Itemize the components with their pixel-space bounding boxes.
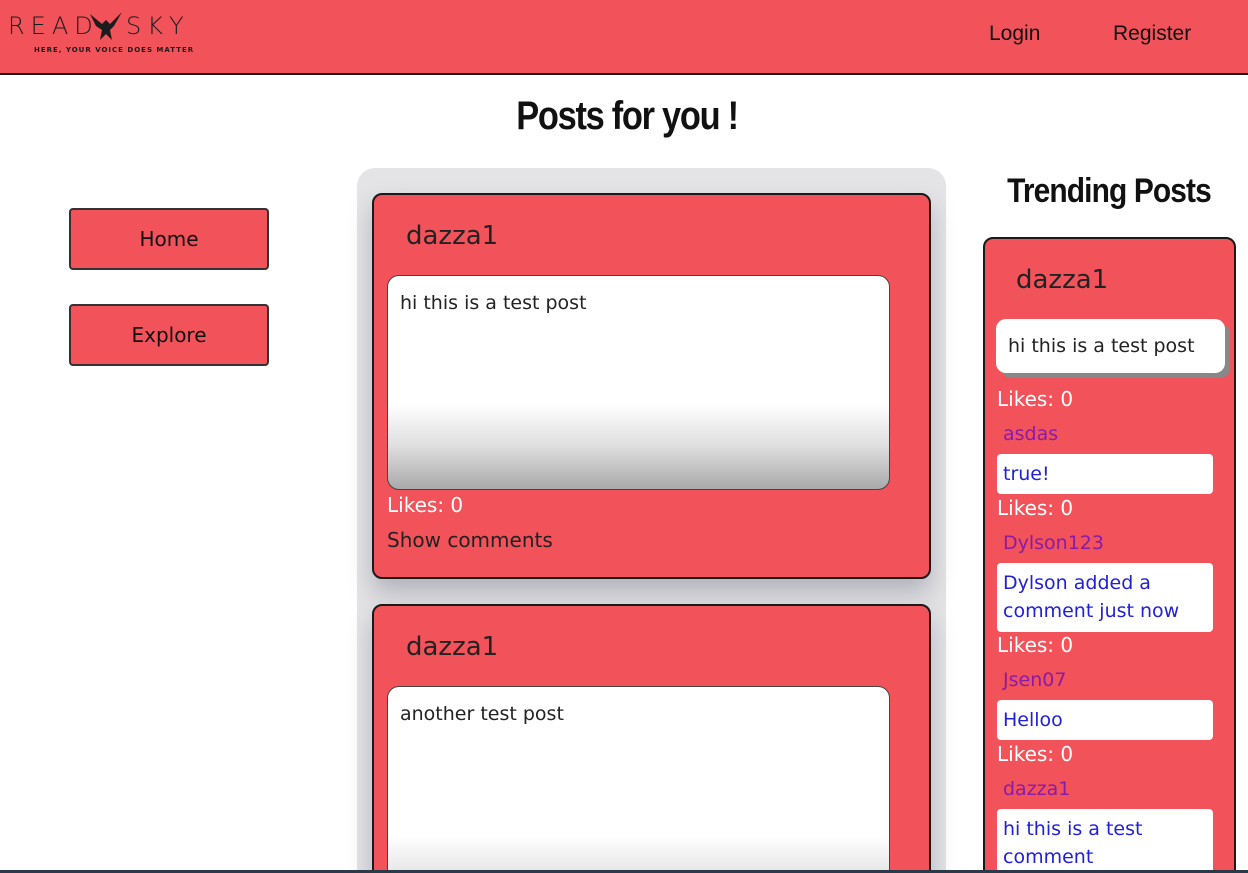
login-link[interactable]: Login <box>989 22 1040 46</box>
comment-text: hi this is a test comment <box>997 809 1213 873</box>
comment-text: Dylson added a comment just now <box>997 563 1213 632</box>
logo[interactable]: READ SKY HERE, YOUR VOICE DOES MATTER <box>8 10 193 60</box>
bird-icon <box>90 12 122 40</box>
trending-post-body: hi this is a test post <box>996 319 1225 373</box>
logo-tagline: HERE, YOUR VOICE DOES MATTER <box>34 46 195 54</box>
page-title: Posts for you ! <box>516 94 739 138</box>
logo-text-sky: SKY <box>126 12 190 40</box>
trending-post-likes[interactable]: Likes: 0 <box>997 387 1073 411</box>
show-comments-link[interactable]: Show comments <box>387 528 553 552</box>
top-navbar: READ SKY HERE, YOUR VOICE DOES MATTER Lo… <box>0 0 1248 75</box>
post-author[interactable]: dazza1 <box>406 221 498 251</box>
comment-likes[interactable]: Likes: 0 <box>997 633 1073 657</box>
trending-post-author[interactable]: dazza1 <box>1016 265 1108 295</box>
comment-author[interactable]: Jsen07 <box>1003 669 1066 691</box>
trending-post-card: dazza1 hi this is a test post Likes: 0 a… <box>983 237 1236 873</box>
register-link[interactable]: Register <box>1113 22 1191 46</box>
post-card: dazza1 hi this is a test post Likes: 0 S… <box>372 193 931 579</box>
trending-title: Trending Posts <box>1007 172 1212 210</box>
logo-text-read: READ <box>8 12 99 40</box>
post-body: another test post <box>387 686 890 873</box>
post-body: hi this is a test post <box>387 275 890 490</box>
post-author[interactable]: dazza1 <box>406 632 498 662</box>
comment-author[interactable]: Dylson123 <box>1003 532 1104 554</box>
comment-author[interactable]: asdas <box>1003 423 1058 445</box>
post-card: dazza1 another test post <box>372 604 931 873</box>
comment-likes[interactable]: Likes: 0 <box>997 496 1073 520</box>
explore-button[interactable]: Explore <box>69 304 269 366</box>
comment-likes[interactable]: Likes: 0 <box>997 742 1073 766</box>
comment-author[interactable]: dazza1 <box>1003 778 1070 800</box>
home-button[interactable]: Home <box>69 208 269 270</box>
post-likes[interactable]: Likes: 0 <box>387 493 463 517</box>
comment-text: true! <box>997 454 1213 494</box>
comment-text: Helloo <box>997 700 1213 740</box>
